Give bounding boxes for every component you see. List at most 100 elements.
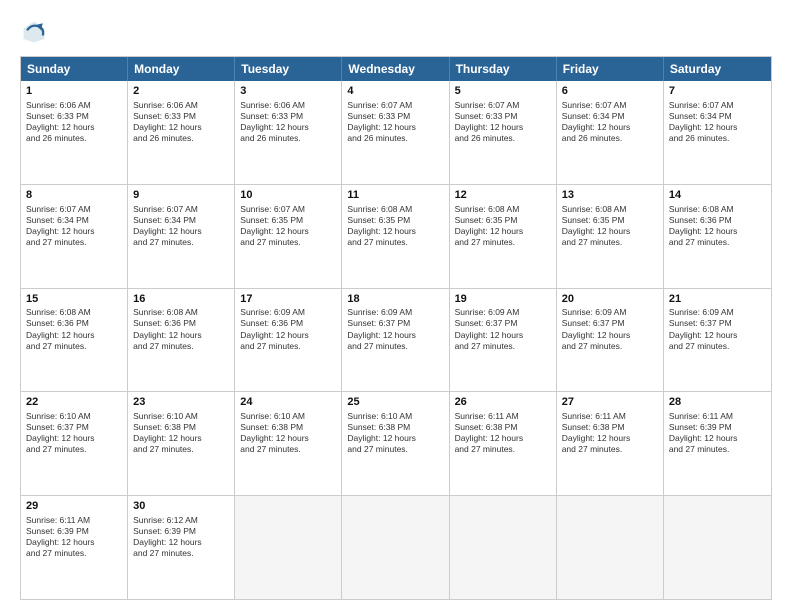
calendar-day-cell: 15Sunrise: 6:08 AM Sunset: 6:36 PM Dayli… [21,289,128,392]
weekday-header: Sunday [21,57,128,81]
day-info: Sunrise: 6:06 AM Sunset: 6:33 PM Dayligh… [26,100,122,144]
empty-cell [557,496,664,599]
calendar-body: 1Sunrise: 6:06 AM Sunset: 6:33 PM Daylig… [21,81,771,599]
day-info: Sunrise: 6:08 AM Sunset: 6:36 PM Dayligh… [133,307,229,351]
day-info: Sunrise: 6:08 AM Sunset: 6:35 PM Dayligh… [455,204,551,248]
calendar-day-cell: 23Sunrise: 6:10 AM Sunset: 6:38 PM Dayli… [128,392,235,495]
day-number: 11 [347,188,443,203]
calendar-row: 29Sunrise: 6:11 AM Sunset: 6:39 PM Dayli… [21,495,771,599]
day-info: Sunrise: 6:09 AM Sunset: 6:37 PM Dayligh… [669,307,766,351]
day-info: Sunrise: 6:08 AM Sunset: 6:36 PM Dayligh… [26,307,122,351]
calendar-day-cell: 12Sunrise: 6:08 AM Sunset: 6:35 PM Dayli… [450,185,557,288]
calendar-day-cell: 10Sunrise: 6:07 AM Sunset: 6:35 PM Dayli… [235,185,342,288]
calendar-header: SundayMondayTuesdayWednesdayThursdayFrid… [21,57,771,81]
day-number: 21 [669,292,766,307]
calendar-day-cell: 7Sunrise: 6:07 AM Sunset: 6:34 PM Daylig… [664,81,771,184]
calendar-day-cell: 3Sunrise: 6:06 AM Sunset: 6:33 PM Daylig… [235,81,342,184]
day-info: Sunrise: 6:07 AM Sunset: 6:34 PM Dayligh… [133,204,229,248]
day-number: 19 [455,292,551,307]
day-info: Sunrise: 6:06 AM Sunset: 6:33 PM Dayligh… [133,100,229,144]
day-info: Sunrise: 6:09 AM Sunset: 6:37 PM Dayligh… [455,307,551,351]
calendar-day-cell: 4Sunrise: 6:07 AM Sunset: 6:33 PM Daylig… [342,81,449,184]
day-number: 23 [133,395,229,410]
day-number: 9 [133,188,229,203]
calendar-page: SundayMondayTuesdayWednesdayThursdayFrid… [0,0,792,612]
calendar-day-cell: 9Sunrise: 6:07 AM Sunset: 6:34 PM Daylig… [128,185,235,288]
calendar-day-cell: 27Sunrise: 6:11 AM Sunset: 6:38 PM Dayli… [557,392,664,495]
day-info: Sunrise: 6:10 AM Sunset: 6:37 PM Dayligh… [26,411,122,455]
day-info: Sunrise: 6:08 AM Sunset: 6:36 PM Dayligh… [669,204,766,248]
calendar-row: 22Sunrise: 6:10 AM Sunset: 6:37 PM Dayli… [21,391,771,495]
calendar-day-cell: 6Sunrise: 6:07 AM Sunset: 6:34 PM Daylig… [557,81,664,184]
day-info: Sunrise: 6:09 AM Sunset: 6:37 PM Dayligh… [347,307,443,351]
calendar-row: 1Sunrise: 6:06 AM Sunset: 6:33 PM Daylig… [21,81,771,184]
page-header [20,18,772,46]
calendar-day-cell: 5Sunrise: 6:07 AM Sunset: 6:33 PM Daylig… [450,81,557,184]
day-number: 22 [26,395,122,410]
day-info: Sunrise: 6:08 AM Sunset: 6:35 PM Dayligh… [562,204,658,248]
empty-cell [342,496,449,599]
day-info: Sunrise: 6:09 AM Sunset: 6:37 PM Dayligh… [562,307,658,351]
day-number: 20 [562,292,658,307]
empty-cell [235,496,342,599]
day-number: 26 [455,395,551,410]
day-info: Sunrise: 6:08 AM Sunset: 6:35 PM Dayligh… [347,204,443,248]
calendar-day-cell: 26Sunrise: 6:11 AM Sunset: 6:38 PM Dayli… [450,392,557,495]
day-info: Sunrise: 6:11 AM Sunset: 6:38 PM Dayligh… [455,411,551,455]
calendar-day-cell: 17Sunrise: 6:09 AM Sunset: 6:36 PM Dayli… [235,289,342,392]
day-number: 3 [240,84,336,99]
day-info: Sunrise: 6:10 AM Sunset: 6:38 PM Dayligh… [240,411,336,455]
day-number: 28 [669,395,766,410]
day-number: 29 [26,499,122,514]
day-info: Sunrise: 6:12 AM Sunset: 6:39 PM Dayligh… [133,515,229,559]
day-number: 1 [26,84,122,99]
calendar-day-cell: 28Sunrise: 6:11 AM Sunset: 6:39 PM Dayli… [664,392,771,495]
weekday-header: Friday [557,57,664,81]
day-info: Sunrise: 6:11 AM Sunset: 6:39 PM Dayligh… [26,515,122,559]
day-info: Sunrise: 6:11 AM Sunset: 6:38 PM Dayligh… [562,411,658,455]
calendar-day-cell: 22Sunrise: 6:10 AM Sunset: 6:37 PM Dayli… [21,392,128,495]
day-number: 8 [26,188,122,203]
calendar-row: 8Sunrise: 6:07 AM Sunset: 6:34 PM Daylig… [21,184,771,288]
calendar-day-cell: 11Sunrise: 6:08 AM Sunset: 6:35 PM Dayli… [342,185,449,288]
calendar-day-cell: 14Sunrise: 6:08 AM Sunset: 6:36 PM Dayli… [664,185,771,288]
calendar-row: 15Sunrise: 6:08 AM Sunset: 6:36 PM Dayli… [21,288,771,392]
empty-cell [664,496,771,599]
day-info: Sunrise: 6:07 AM Sunset: 6:33 PM Dayligh… [347,100,443,144]
weekday-header: Tuesday [235,57,342,81]
day-number: 18 [347,292,443,307]
logo [20,18,52,46]
day-info: Sunrise: 6:10 AM Sunset: 6:38 PM Dayligh… [133,411,229,455]
weekday-header: Monday [128,57,235,81]
day-number: 7 [669,84,766,99]
calendar-day-cell: 29Sunrise: 6:11 AM Sunset: 6:39 PM Dayli… [21,496,128,599]
day-number: 6 [562,84,658,99]
calendar-day-cell: 1Sunrise: 6:06 AM Sunset: 6:33 PM Daylig… [21,81,128,184]
calendar-day-cell: 20Sunrise: 6:09 AM Sunset: 6:37 PM Dayli… [557,289,664,392]
calendar-grid: SundayMondayTuesdayWednesdayThursdayFrid… [20,56,772,600]
calendar-day-cell: 8Sunrise: 6:07 AM Sunset: 6:34 PM Daylig… [21,185,128,288]
weekday-header: Wednesday [342,57,449,81]
day-number: 2 [133,84,229,99]
day-info: Sunrise: 6:11 AM Sunset: 6:39 PM Dayligh… [669,411,766,455]
day-number: 13 [562,188,658,203]
day-info: Sunrise: 6:09 AM Sunset: 6:36 PM Dayligh… [240,307,336,351]
day-number: 5 [455,84,551,99]
day-number: 15 [26,292,122,307]
day-number: 4 [347,84,443,99]
day-number: 10 [240,188,336,203]
day-number: 16 [133,292,229,307]
calendar-day-cell: 19Sunrise: 6:09 AM Sunset: 6:37 PM Dayli… [450,289,557,392]
day-info: Sunrise: 6:07 AM Sunset: 6:33 PM Dayligh… [455,100,551,144]
day-info: Sunrise: 6:07 AM Sunset: 6:34 PM Dayligh… [562,100,658,144]
day-info: Sunrise: 6:06 AM Sunset: 6:33 PM Dayligh… [240,100,336,144]
calendar-day-cell: 18Sunrise: 6:09 AM Sunset: 6:37 PM Dayli… [342,289,449,392]
day-number: 14 [669,188,766,203]
day-number: 25 [347,395,443,410]
calendar-day-cell: 2Sunrise: 6:06 AM Sunset: 6:33 PM Daylig… [128,81,235,184]
weekday-header: Saturday [664,57,771,81]
day-info: Sunrise: 6:07 AM Sunset: 6:34 PM Dayligh… [26,204,122,248]
weekday-header: Thursday [450,57,557,81]
day-number: 17 [240,292,336,307]
calendar-day-cell: 24Sunrise: 6:10 AM Sunset: 6:38 PM Dayli… [235,392,342,495]
